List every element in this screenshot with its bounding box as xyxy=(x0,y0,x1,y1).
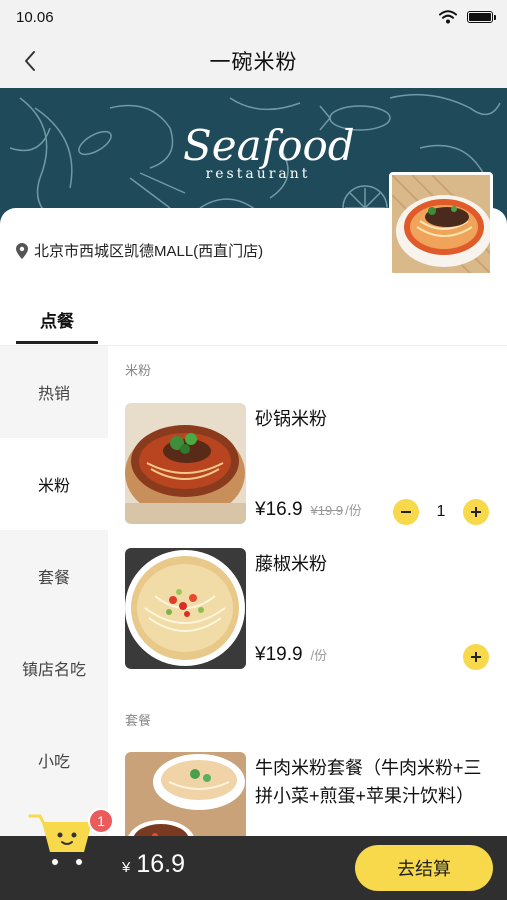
menu-list: 米粉 砂锅米粉 ¥16.9 ¥19.9 /份 1 藤椒米粉 ¥19.9 /份 套… xyxy=(108,346,507,836)
dish-item[interactable]: 牛肉米粉套餐（牛肉米粉+三拼小菜+煎蛋+苹果汁饮料） xyxy=(125,752,495,836)
nav-bar: 一碗米粉 xyxy=(0,34,507,88)
dish-item[interactable]: 砂锅米粉 ¥16.9 ¥19.9 /份 1 xyxy=(125,403,495,525)
dish-image xyxy=(125,548,246,669)
sidebar-item-hot[interactable]: 热销 xyxy=(0,346,108,438)
quantity-stepper xyxy=(463,644,489,670)
sidebar-item-snacks[interactable]: 小吃 xyxy=(0,714,108,806)
dish-unit: /份 xyxy=(310,648,328,663)
seafood-logo: Seafood restaurant xyxy=(183,121,355,183)
decrease-button[interactable] xyxy=(393,499,419,525)
cart-bar: ¥ 16.9 去结算 xyxy=(0,814,507,900)
dish-image xyxy=(125,403,246,524)
shop-address-text: 北京市西城区凯德MALL(西直门店) xyxy=(34,243,264,260)
status-icons xyxy=(439,10,496,24)
section-title: 套餐 xyxy=(125,713,152,728)
plus-icon xyxy=(471,652,481,662)
total-amount: 16.9 xyxy=(136,850,186,878)
location-pin-icon xyxy=(16,242,28,259)
plus-icon xyxy=(471,507,481,517)
cart-total: ¥ 16.9 xyxy=(122,850,185,879)
status-time: 10.06 xyxy=(16,8,54,26)
dish-name: 藤椒米粉 xyxy=(255,554,327,574)
dish-price: ¥16.9 xyxy=(255,499,303,520)
price-row: ¥19.9 /份 xyxy=(255,644,327,666)
category-sidebar: 热销 米粉 套餐 镇店名吃 小吃 xyxy=(0,346,108,836)
page-title: 一碗米粉 xyxy=(209,51,298,74)
sidebar-item-signature[interactable]: 镇店名吃 xyxy=(0,622,108,714)
dish-name: 砂锅米粉 xyxy=(255,409,327,429)
dish-price: ¥19.9 xyxy=(255,644,303,665)
shop-info-card: 北京市西城区凯德MALL(西直门店) xyxy=(0,172,507,298)
shop-thumbnail xyxy=(389,172,493,276)
back-button[interactable] xyxy=(12,43,48,79)
quantity-value: 1 xyxy=(436,503,446,520)
shop-address[interactable]: 北京市西城区凯德MALL(西直门店) xyxy=(16,240,263,261)
dish-image xyxy=(125,752,246,836)
checkout-button[interactable]: 去结算 xyxy=(355,845,493,891)
wifi-icon xyxy=(439,10,457,24)
dish-unit: /份 xyxy=(345,503,362,518)
price-row: ¥16.9 ¥19.9 /份 xyxy=(255,499,362,521)
currency-symbol: ¥ xyxy=(122,859,131,876)
back-chevron-icon xyxy=(25,51,35,71)
quantity-stepper: 1 xyxy=(393,499,489,525)
tab-order[interactable]: 点餐 xyxy=(16,298,98,344)
battery-icon xyxy=(467,11,496,23)
increase-button[interactable] xyxy=(463,499,489,525)
sidebar-item-combos[interactable]: 套餐 xyxy=(0,530,108,622)
add-button[interactable] xyxy=(463,644,489,670)
minus-icon xyxy=(401,511,411,513)
tab-bar: 点餐 xyxy=(0,298,507,346)
section-title: 米粉 xyxy=(125,363,152,378)
dish-name: 牛肉米粉套餐（牛肉米粉+三拼小菜+煎蛋+苹果汁饮料） xyxy=(255,758,482,806)
status-bar: 10.06 xyxy=(0,0,507,34)
dish-item[interactable]: 藤椒米粉 ¥19.9 /份 xyxy=(125,548,495,670)
cart-count-badge: 1 xyxy=(88,808,114,834)
sidebar-item-rice-noodles[interactable]: 米粉 xyxy=(0,438,108,530)
dish-original-price: ¥19.9 xyxy=(310,503,344,518)
